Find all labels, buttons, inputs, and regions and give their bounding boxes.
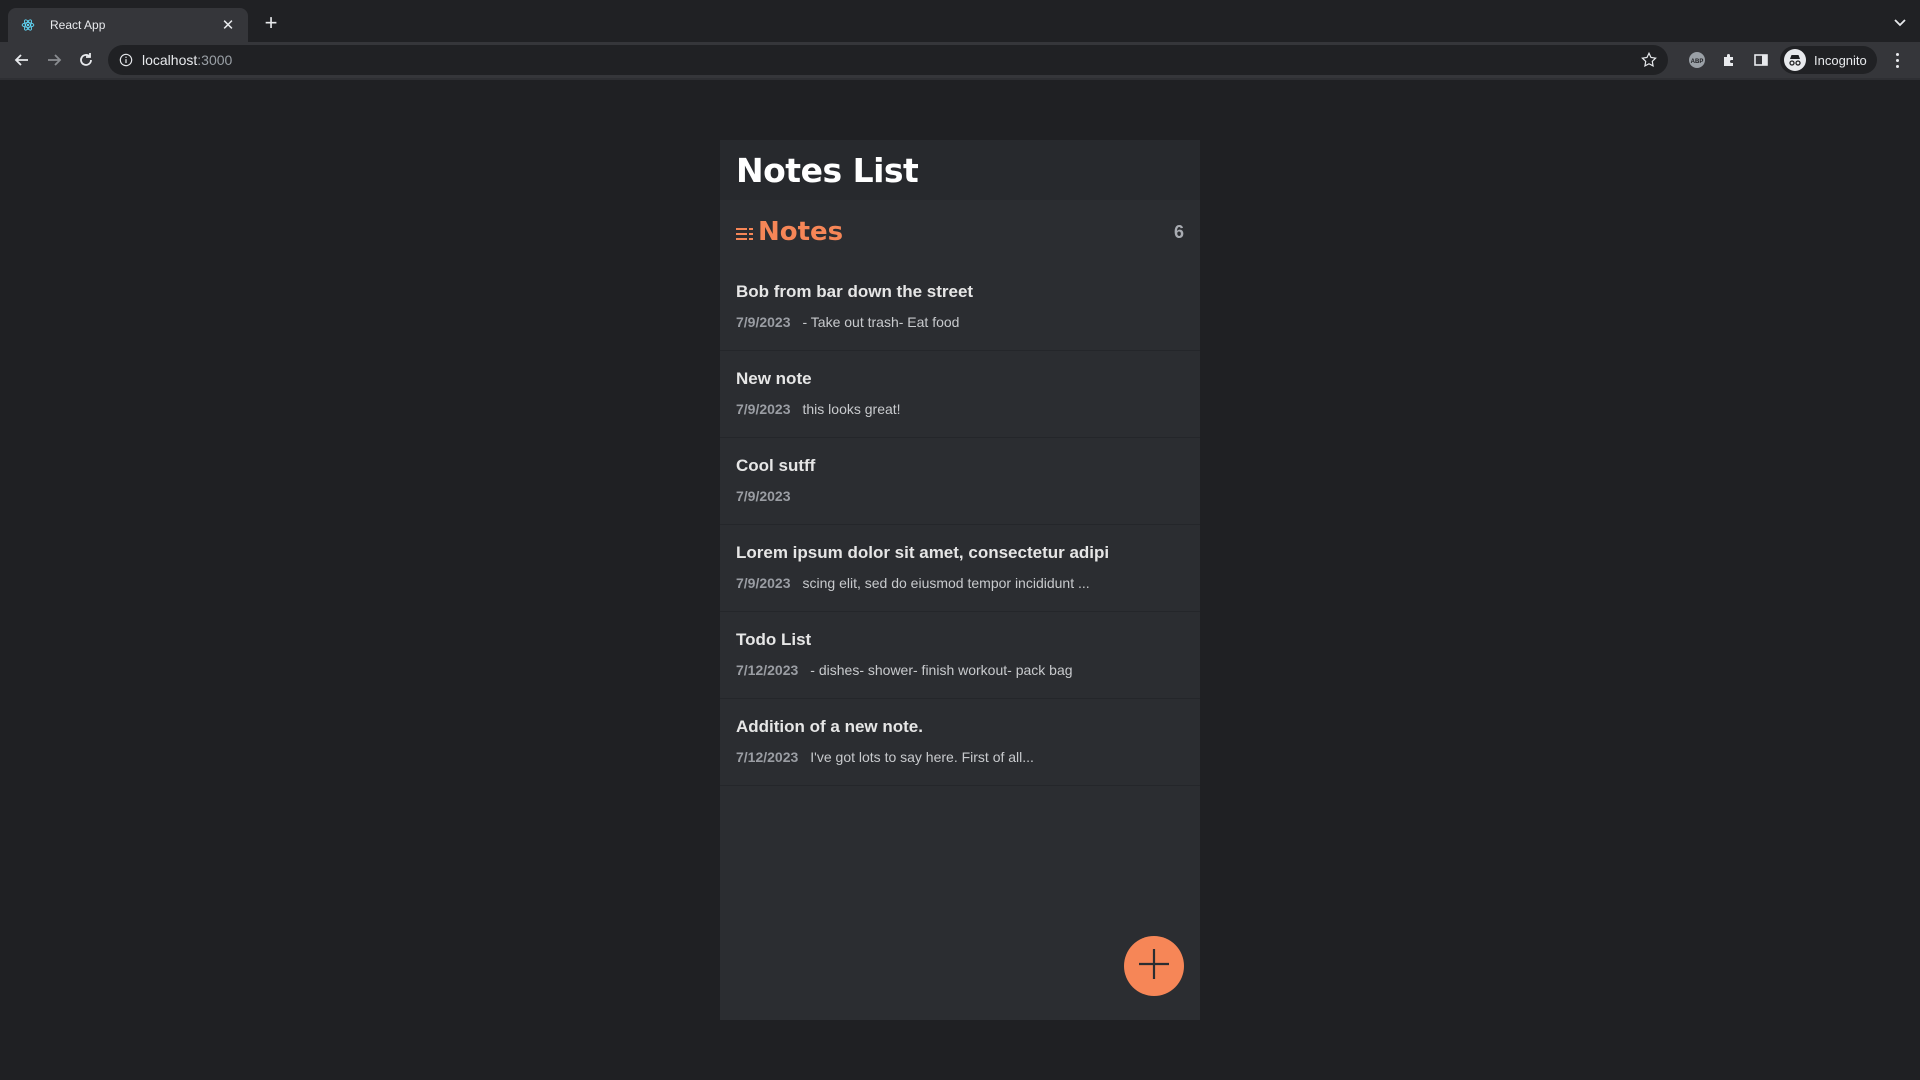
browser-tab[interactable]: React App ✕: [8, 8, 248, 42]
note-list: Bob from bar down the street 7/9/2023 - …: [720, 264, 1200, 786]
adblock-extension-icon[interactable]: ABP: [1688, 51, 1706, 69]
notes-title-group: Notes: [736, 217, 843, 247]
note-preview: - dishes- shower- finish workout- pack b…: [810, 662, 1073, 678]
url-host: localhost: [142, 52, 198, 68]
list-item[interactable]: Cool sutff 7/9/2023: [720, 438, 1200, 525]
incognito-label: Incognito: [1814, 52, 1867, 68]
note-title: Cool sutff: [736, 456, 816, 475]
list-item[interactable]: Todo List 7/12/2023 - dishes- shower- fi…: [720, 612, 1200, 699]
browser-toolbar: localhost:3000 ABP Incognito: [0, 42, 1920, 78]
note-title: Addition of a new note.: [736, 717, 923, 736]
browser-chrome: React App ✕ + localhost:3000 ABP Incogni…: [0, 0, 1920, 80]
notes-heading: Notes: [758, 217, 844, 247]
list-icon: [736, 227, 754, 241]
notes-header: Notes 6: [720, 200, 1200, 264]
notes-count-badge: 6: [1173, 221, 1184, 242]
note-date: 7/12/2023: [736, 662, 799, 678]
browser-menu-icon[interactable]: [1888, 51, 1906, 69]
note-title: Lorem ipsum dolor sit amet, consectetur …: [736, 543, 1110, 562]
incognito-icon: [1784, 49, 1806, 71]
note-title: New note: [736, 369, 812, 388]
tab-strip: React App ✕ +: [0, 0, 1920, 42]
close-tab-icon[interactable]: ✕: [218, 15, 238, 35]
note-preview: scing elit, sed do eiusmod tempor incidi…: [802, 575, 1090, 591]
incognito-profile-button[interactable]: Incognito: [1780, 46, 1877, 74]
note-date: 7/9/2023: [736, 488, 791, 504]
note-title: Todo List: [736, 630, 812, 649]
tab-title: React App: [50, 18, 106, 32]
page-title: Notes List: [736, 150, 919, 190]
svg-text:ABP: ABP: [1691, 59, 1704, 65]
note-date: 7/12/2023: [736, 749, 799, 765]
add-note-button[interactable]: [1124, 936, 1184, 996]
note-date: 7/9/2023: [736, 575, 791, 591]
list-item[interactable]: Bob from bar down the street 7/9/2023 - …: [720, 264, 1200, 351]
note-preview: this looks great!: [802, 401, 901, 417]
tab-search-chevron-icon[interactable]: [1892, 14, 1908, 30]
react-favicon-icon: [20, 17, 36, 33]
list-item[interactable]: Lorem ipsum dolor sit amet, consectetur …: [720, 525, 1200, 612]
note-meta: 7/12/2023 I've got lots to say here. Fir…: [736, 749, 1184, 765]
note-date: 7/9/2023: [736, 314, 791, 330]
url-text: localhost:3000: [142, 52, 232, 68]
reload-icon[interactable]: [76, 50, 96, 70]
note-preview: I've got lots to say here. First of all.…: [810, 749, 1034, 765]
list-item[interactable]: New note 7/9/2023 this looks great!: [720, 351, 1200, 438]
address-bar[interactable]: localhost:3000: [108, 45, 1668, 75]
new-tab-icon[interactable]: +: [260, 12, 282, 35]
extensions-puzzle-icon[interactable]: [1720, 51, 1738, 69]
note-meta: 7/9/2023: [736, 488, 1184, 504]
toolbar-divider: [0, 78, 1920, 80]
plus-icon: [1137, 947, 1171, 986]
note-title: Bob from bar down the street: [736, 282, 974, 301]
list-item[interactable]: Addition of a new note. 7/12/2023 I've g…: [720, 699, 1200, 786]
note-date: 7/9/2023: [736, 401, 791, 417]
back-arrow-icon[interactable]: [12, 50, 32, 70]
bookmark-star-icon[interactable]: [1640, 51, 1658, 69]
note-meta: 7/9/2023 scing elit, sed do eiusmod temp…: [736, 575, 1184, 591]
note-meta: 7/9/2023 - Take out trash- Eat food: [736, 314, 1184, 330]
side-panel-icon[interactable]: [1752, 51, 1770, 69]
app-header: Notes List: [720, 140, 1200, 200]
note-meta: 7/12/2023 - dishes- shower- finish worko…: [736, 662, 1184, 678]
note-meta: 7/9/2023 this looks great!: [736, 401, 1184, 417]
url-port: :3000: [197, 52, 233, 68]
forward-arrow-icon[interactable]: [44, 50, 64, 70]
notes-app: Notes List Notes 6 Bob from bar down the…: [720, 140, 1200, 1020]
note-preview: - Take out trash- Eat food: [802, 314, 960, 330]
site-info-icon[interactable]: [118, 52, 134, 68]
